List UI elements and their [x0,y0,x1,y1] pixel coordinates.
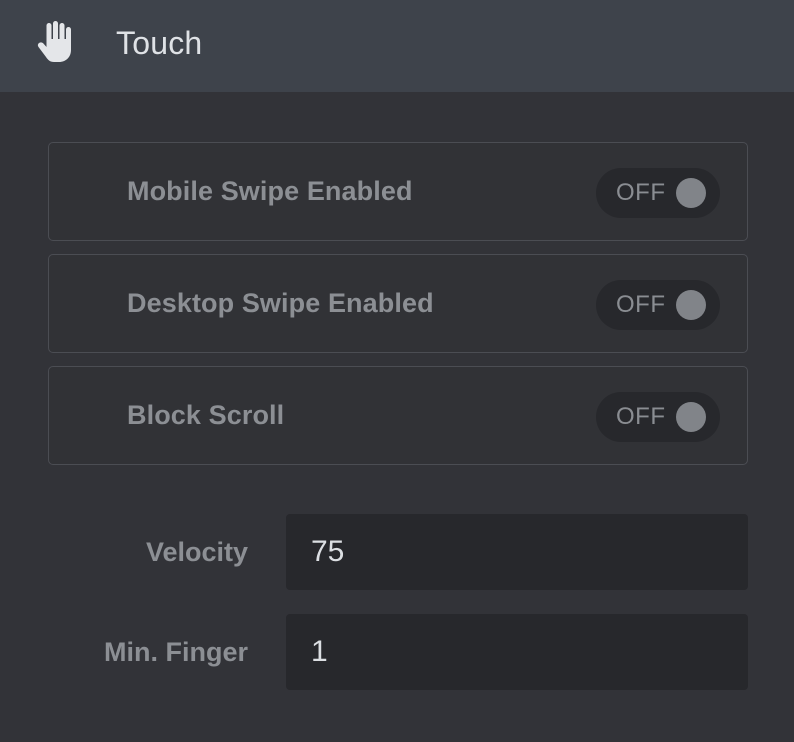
toggle-row-desktop-swipe: Desktop Swipe Enabled OFF [48,254,748,353]
toggle-label: Desktop Swipe Enabled [127,288,434,318]
toggle-label: Mobile Swipe Enabled [127,176,413,206]
min-finger-label: Min. Finger [104,637,248,667]
desktop-swipe-toggle[interactable]: OFF [596,280,720,330]
panel-header[interactable]: Touch [0,0,794,92]
panel-title: Touch [116,25,203,61]
mobile-swipe-toggle[interactable]: OFF [596,168,720,218]
velocity-input[interactable] [286,514,748,590]
toggle-knob [676,178,706,208]
hand-icon [37,21,71,62]
toggle-knob [676,290,706,320]
block-scroll-toggle[interactable]: OFF [596,392,720,442]
toggle-state-text: OFF [616,179,666,206]
toggle-knob [676,402,706,432]
toggle-row-mobile-swipe: Mobile Swipe Enabled OFF [48,142,748,241]
toggle-label: Block Scroll [127,400,285,430]
toggle-state-text: OFF [616,291,666,318]
velocity-label: Velocity [145,537,248,567]
toggle-state-text: OFF [616,403,666,430]
min-finger-input[interactable] [286,614,748,690]
toggle-row-block-scroll: Block Scroll OFF [48,366,748,465]
